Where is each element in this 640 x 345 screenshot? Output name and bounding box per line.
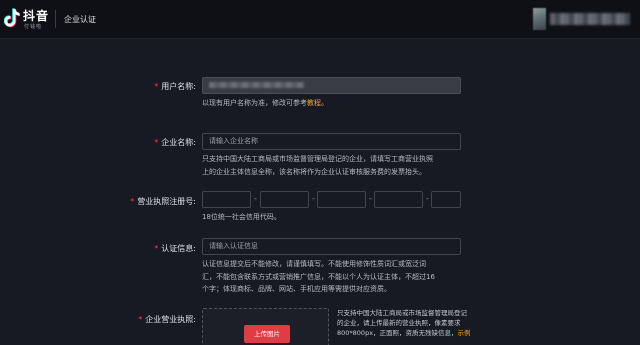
- company-name-placeholder: 请输入企业名称: [209, 137, 258, 145]
- example-link[interactable]: 示例: [458, 329, 471, 337]
- segment-separator: -: [312, 194, 315, 203]
- segment-separator: -: [426, 194, 429, 203]
- account-menu[interactable]: [533, 8, 635, 30]
- certification-info-placeholder: 请输入认证信息: [209, 242, 258, 250]
- username-label: * 用户名称:: [140, 81, 196, 92]
- upload-image-button[interactable]: 上传图片: [244, 325, 290, 343]
- company-name-input[interactable]: 请输入企业名称: [202, 133, 461, 150]
- avatar[interactable]: [533, 8, 546, 30]
- tiktok-note-icon: [4, 8, 20, 28]
- username-field: [202, 77, 461, 94]
- business-license-help-line3-wrap: 800*800px，正面照，资质无残缺信息，示例: [337, 328, 477, 338]
- license-segment-3[interactable]: [317, 191, 366, 208]
- business-license-label-text: 企业营业执照:: [145, 315, 196, 324]
- company-name-help-line1: 只支持中国大陆工商局或市场监督管理局登记的企业，请填写工商营业执照: [202, 155, 433, 163]
- license-segment-2[interactable]: [260, 191, 309, 208]
- page-title: 企业认证: [64, 15, 96, 24]
- certification-info-help-line3: 个字；体现商标、品牌、网站、手机应用等需提供对应资质。: [202, 285, 391, 293]
- certification-info-label: * 认证信息:: [140, 243, 196, 254]
- license-segment-4[interactable]: [374, 191, 423, 208]
- certification-info-help: 认证信息提交后不能修改，请谨慎填写。不能使用修饰性质词汇或宽泛词 汇，不能包含联…: [202, 258, 435, 296]
- required-marker: *: [138, 315, 143, 324]
- company-name-help-line2: 上的企业主体信息全称，该名称将作为企业认证审核服务费的发票抬头。: [202, 167, 426, 176]
- username-help-suffix: 。: [321, 99, 328, 107]
- certification-info-help-line2: 汇，不能包含联系方式或营销推广信息，不能以个人为认证主体，不超过16: [202, 272, 435, 281]
- account-name-blurred: [550, 13, 630, 25]
- business-license-help-line2: 的企业，请上传最新的营业执照，像素要求: [337, 319, 461, 327]
- required-marker: *: [130, 197, 135, 206]
- required-marker: *: [154, 82, 159, 91]
- company-name-help: 只支持中国大陆工商局或市场监督管理局登记的企业，请填写工商营业执照 上的企业主体…: [202, 153, 433, 178]
- business-license-help: 只支持中国大陆工商局或市场监督管理局登记 的企业，请上传最新的营业执照，像素要求…: [337, 308, 477, 338]
- username-help: 以现有用户名称为准，修改可参考教程。: [202, 97, 328, 110]
- logo-subtitle: 付钱啦: [24, 24, 43, 30]
- license-number-help: 18位统一社会信用代码。: [202, 213, 281, 221]
- license-upload-area[interactable]: 上传图片: [202, 308, 329, 345]
- douyin-logo[interactable]: 抖音 付钱啦: [4, 6, 52, 32]
- license-number-label: * 营业执照注册号:: [120, 196, 196, 207]
- business-license-help-line1: 只支持中国大陆工商局或市场监督管理局登记: [337, 309, 467, 317]
- license-segment-1[interactable]: [202, 191, 251, 208]
- required-marker: *: [154, 244, 159, 253]
- certification-info-input[interactable]: 请输入认证信息: [202, 238, 461, 255]
- username-value-blurred: [209, 82, 304, 88]
- username-label-text: 用户名称:: [161, 82, 196, 91]
- business-license-help-line3: 800*800px，正面照，资质无残缺信息，: [337, 329, 458, 337]
- required-marker: *: [154, 138, 159, 147]
- username-help-text: 以现有用户名称为准，修改可参考: [202, 99, 307, 107]
- company-name-label-text: 企业名称:: [161, 138, 196, 147]
- license-number-label-text: 营业执照注册号:: [137, 197, 196, 206]
- tutorial-link[interactable]: 教程: [307, 99, 321, 107]
- top-header: 抖音 付钱啦 企业认证: [0, 0, 640, 39]
- license-segment-5[interactable]: [431, 191, 461, 208]
- segment-separator: -: [254, 194, 257, 203]
- logo-title: 抖音: [23, 9, 50, 23]
- business-license-label: * 企业营业执照:: [130, 314, 196, 325]
- segment-separator: -: [369, 194, 372, 203]
- certification-info-label-text: 认证信息:: [161, 244, 196, 253]
- certification-info-help-line1: 认证信息提交后不能修改，请谨慎填写。不能使用修饰性质词汇或宽泛词: [202, 260, 426, 268]
- header-divider: [55, 10, 56, 28]
- company-name-label: * 企业名称:: [140, 137, 196, 148]
